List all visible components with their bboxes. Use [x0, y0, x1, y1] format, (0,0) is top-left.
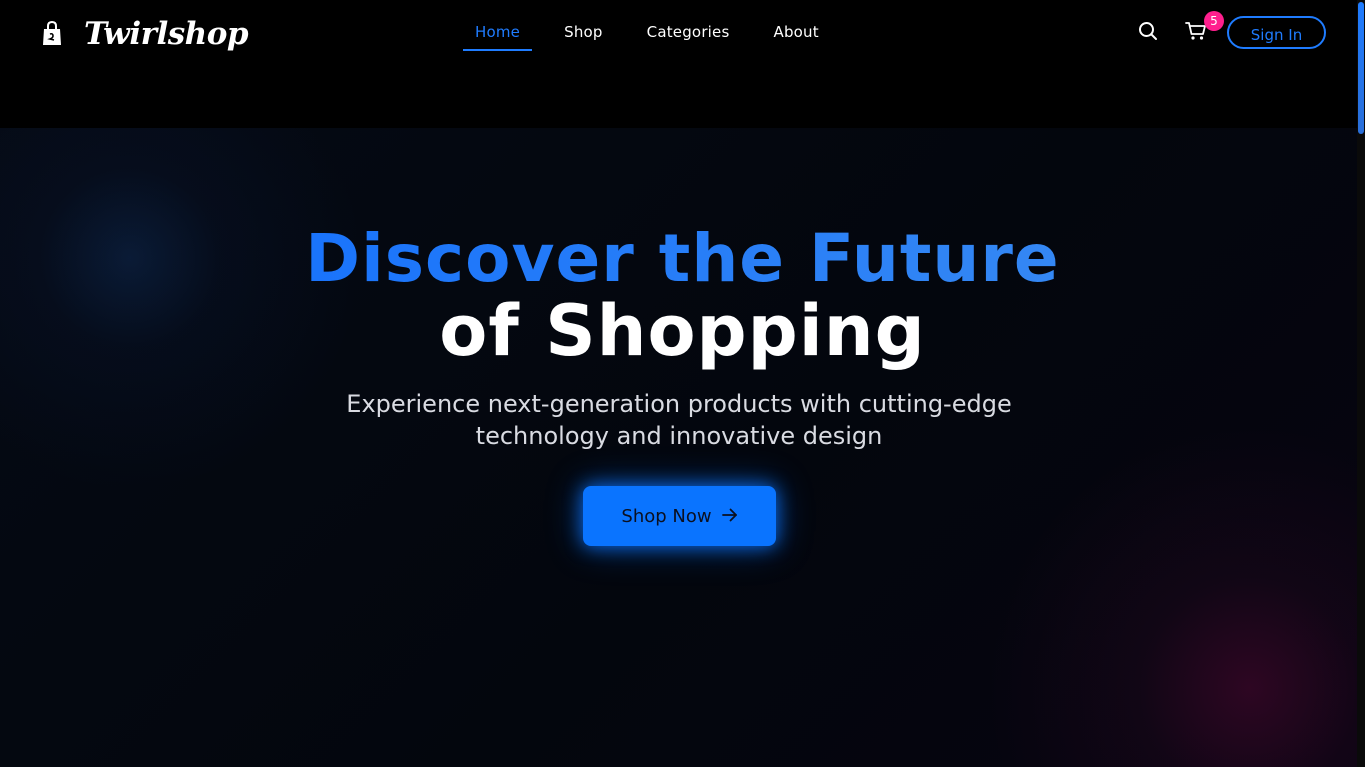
nav-item-about[interactable]: About: [762, 14, 831, 50]
cart-count-badge: 5: [1204, 10, 1224, 31]
page: Twirlshop Home Shop Categories About 5 S…: [0, 0, 1365, 767]
shop-now-label: Shop Now: [621, 505, 712, 527]
arrow-right-icon: [721, 507, 738, 526]
main-nav: Home Shop Categories About: [463, 14, 851, 51]
brand[interactable]: Twirlshop: [40, 14, 249, 54]
brand-name: Twirlshop: [84, 16, 249, 52]
hero-title: Discover the Future of Shopping: [0, 223, 1365, 372]
sign-in-button[interactable]: Sign In: [1227, 16, 1326, 49]
hero-title-line2: of Shopping: [439, 290, 926, 372]
page-scrollbar[interactable]: [1357, 0, 1365, 767]
shop-now-button[interactable]: Shop Now: [583, 486, 776, 546]
search-button[interactable]: [1135, 20, 1161, 46]
nav-item-home[interactable]: Home: [463, 14, 533, 51]
navbar: Twirlshop Home Shop Categories About 5 S…: [0, 0, 1365, 128]
hero-title-line1: Discover the Future: [0, 223, 1365, 295]
shopping-bag-icon: [40, 20, 64, 48]
scrollbar-thumb[interactable]: [1358, 2, 1364, 134]
cart-button[interactable]: 5: [1183, 10, 1224, 46]
nav-item-shop[interactable]: Shop: [552, 14, 615, 50]
hero-subtitle: Experience next-generation products with…: [346, 390, 1012, 450]
nav-actions: 5 Sign In: [1135, 10, 1326, 51]
nav-item-categories[interactable]: Categories: [635, 14, 742, 50]
search-icon: [1138, 21, 1158, 45]
